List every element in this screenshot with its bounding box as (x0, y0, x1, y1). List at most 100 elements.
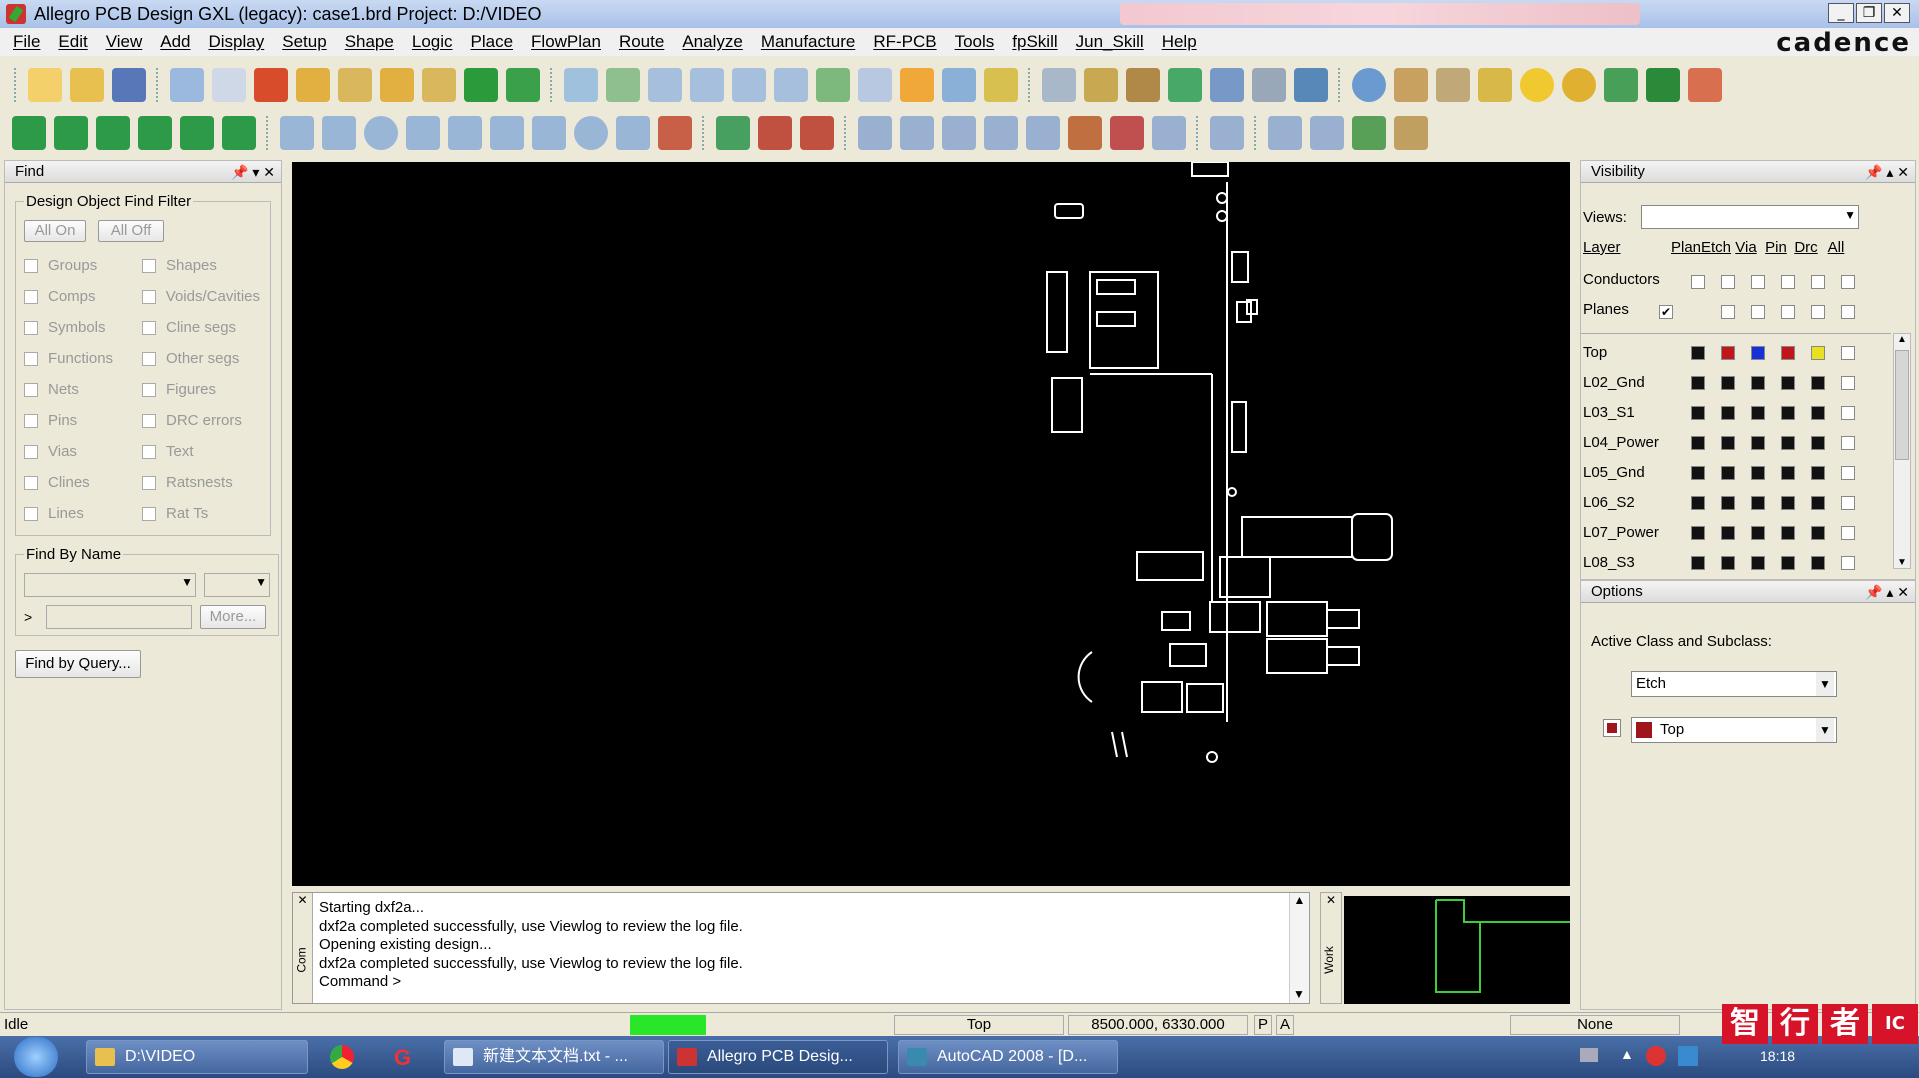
layer-color-swatch[interactable] (1721, 526, 1735, 540)
toolbar-grip[interactable] (1254, 116, 1258, 150)
layer-all-checkbox[interactable] (1841, 526, 1855, 540)
slide-icon[interactable] (900, 116, 934, 150)
place-manual-icon[interactable] (54, 116, 88, 150)
command-window-handle[interactable]: ✕ Com (293, 893, 313, 1003)
cm-icon[interactable] (1210, 68, 1244, 102)
redo-down-icon[interactable] (422, 68, 456, 102)
layer-color-swatch[interactable] (1781, 496, 1795, 510)
network-icon[interactable] (1678, 1046, 1698, 1066)
color-icon[interactable] (1084, 68, 1118, 102)
add-text-icon[interactable] (1352, 116, 1386, 150)
dimension-linear-icon[interactable] (758, 116, 792, 150)
fix-icon[interactable] (464, 68, 498, 102)
layer-all-checkbox[interactable] (1841, 406, 1855, 420)
planes-plan-checkbox[interactable]: ✔ (1659, 305, 1673, 319)
waveform-icon[interactable] (1210, 116, 1244, 150)
scroll-up-icon[interactable]: ▲ (1290, 893, 1309, 907)
flip-icon[interactable] (984, 68, 1018, 102)
filter-text[interactable]: Text (142, 443, 260, 460)
shape-polygon-icon[interactable] (448, 116, 482, 150)
dehighlight-icon[interactable] (1562, 68, 1596, 102)
layer-color-swatch[interactable] (1691, 556, 1705, 570)
command-prompt[interactable]: Command > (319, 973, 743, 992)
stackup-icon[interactable] (1168, 68, 1202, 102)
layer-color-swatch[interactable] (1811, 346, 1825, 360)
menu-flowplan[interactable]: FlowPlan (522, 32, 610, 52)
add-rect-icon[interactable] (322, 116, 356, 150)
zoom-points-icon[interactable] (648, 68, 682, 102)
subclass-select[interactable]: Top ▼ (1631, 717, 1837, 743)
highlight-icon[interactable] (1520, 68, 1554, 102)
layer-color-swatch[interactable] (1811, 406, 1825, 420)
layer-color-swatch[interactable] (1691, 346, 1705, 360)
add-line-icon[interactable] (280, 116, 314, 150)
menu-view[interactable]: View (97, 32, 152, 52)
open-icon[interactable] (70, 68, 104, 102)
conductors-checkbox[interactable] (1811, 275, 1825, 289)
taskbar-allegro[interactable]: Allegro PCB Desig... (668, 1040, 888, 1074)
restore-button[interactable]: ❐ (1856, 3, 1882, 23)
col-plan[interactable]: Plan (1671, 239, 1701, 256)
layer-color-swatch[interactable] (1721, 346, 1735, 360)
filter-groups[interactable]: Groups (24, 257, 142, 274)
col-pin[interactable]: Pin (1761, 239, 1791, 256)
filter-comps[interactable]: Comps (24, 288, 142, 305)
chrome-icon[interactable] (330, 1045, 354, 1069)
layer-color-swatch[interactable] (1811, 556, 1825, 570)
dimension-icon[interactable] (716, 116, 750, 150)
select-shape-icon[interactable] (406, 116, 440, 150)
merge-shapes-icon[interactable] (658, 116, 692, 150)
layer-color-swatch[interactable] (1751, 466, 1765, 480)
menu-setup[interactable]: Setup (273, 32, 335, 52)
conductors-checkbox[interactable] (1721, 275, 1735, 289)
layer-color-swatch[interactable] (1721, 556, 1735, 570)
brush-icon[interactable] (1478, 68, 1512, 102)
toolbar-grip[interactable] (844, 116, 848, 150)
replace-icon[interactable] (222, 116, 256, 150)
toolbar-grip[interactable] (14, 68, 18, 102)
layer-color-swatch[interactable] (1691, 496, 1705, 510)
info-icon[interactable] (1352, 68, 1386, 102)
start-button[interactable] (14, 1037, 58, 1077)
options-close-icon[interactable]: 📌 ▴ ✕ (1865, 581, 1909, 603)
save-icon[interactable] (112, 68, 146, 102)
col-drc[interactable]: Drc (1791, 239, 1821, 256)
layer-color-swatch[interactable] (1691, 466, 1705, 480)
layer-all-checkbox[interactable] (1841, 496, 1855, 510)
shape-circle-icon[interactable] (574, 116, 608, 150)
delete-icon[interactable] (254, 68, 288, 102)
filter-functions[interactable]: Functions (24, 350, 142, 367)
spread-icon[interactable] (1026, 116, 1060, 150)
delay-tune-icon[interactable] (942, 116, 976, 150)
menu-display[interactable]: Display (200, 32, 274, 52)
menu-add[interactable]: Add (151, 32, 199, 52)
design-canvas[interactable] (292, 162, 1570, 886)
grid-toggle-icon[interactable] (1042, 68, 1076, 102)
col-via[interactable]: Via (1731, 239, 1761, 256)
layer-color-swatch[interactable] (1721, 496, 1735, 510)
zoom-out-icon[interactable] (774, 68, 808, 102)
layer-color-swatch[interactable] (1781, 376, 1795, 390)
worldview-handle[interactable]: ✕ Work (1320, 892, 1342, 1004)
planes-checkbox[interactable] (1781, 305, 1795, 319)
world-view-minimap[interactable] (1344, 896, 1570, 1004)
filter-lines[interactable]: Lines (24, 505, 142, 522)
zoom-in-icon[interactable] (732, 68, 766, 102)
route-grid-icon[interactable] (1110, 116, 1144, 150)
layer-color-swatch[interactable] (1751, 376, 1765, 390)
fanout-icon[interactable] (984, 116, 1018, 150)
menu-place[interactable]: Place (462, 32, 523, 52)
layer-color-swatch[interactable] (1751, 556, 1765, 570)
conductors-checkbox[interactable] (1781, 275, 1795, 289)
measure-icon[interactable] (1436, 68, 1470, 102)
layer-color-swatch[interactable] (1721, 406, 1735, 420)
zoom-previous-icon[interactable] (816, 68, 850, 102)
layer-color-swatch[interactable] (1751, 526, 1765, 540)
layer-all-checkbox[interactable] (1841, 376, 1855, 390)
close-button[interactable]: ✕ (1884, 3, 1910, 23)
menu-rf-pcb[interactable]: RF-PCB (864, 32, 945, 52)
layer-color-swatch[interactable] (1781, 346, 1795, 360)
toolbar-grip[interactable] (1196, 116, 1200, 150)
show-element-icon[interactable] (1394, 68, 1428, 102)
3d-view-icon[interactable] (942, 68, 976, 102)
